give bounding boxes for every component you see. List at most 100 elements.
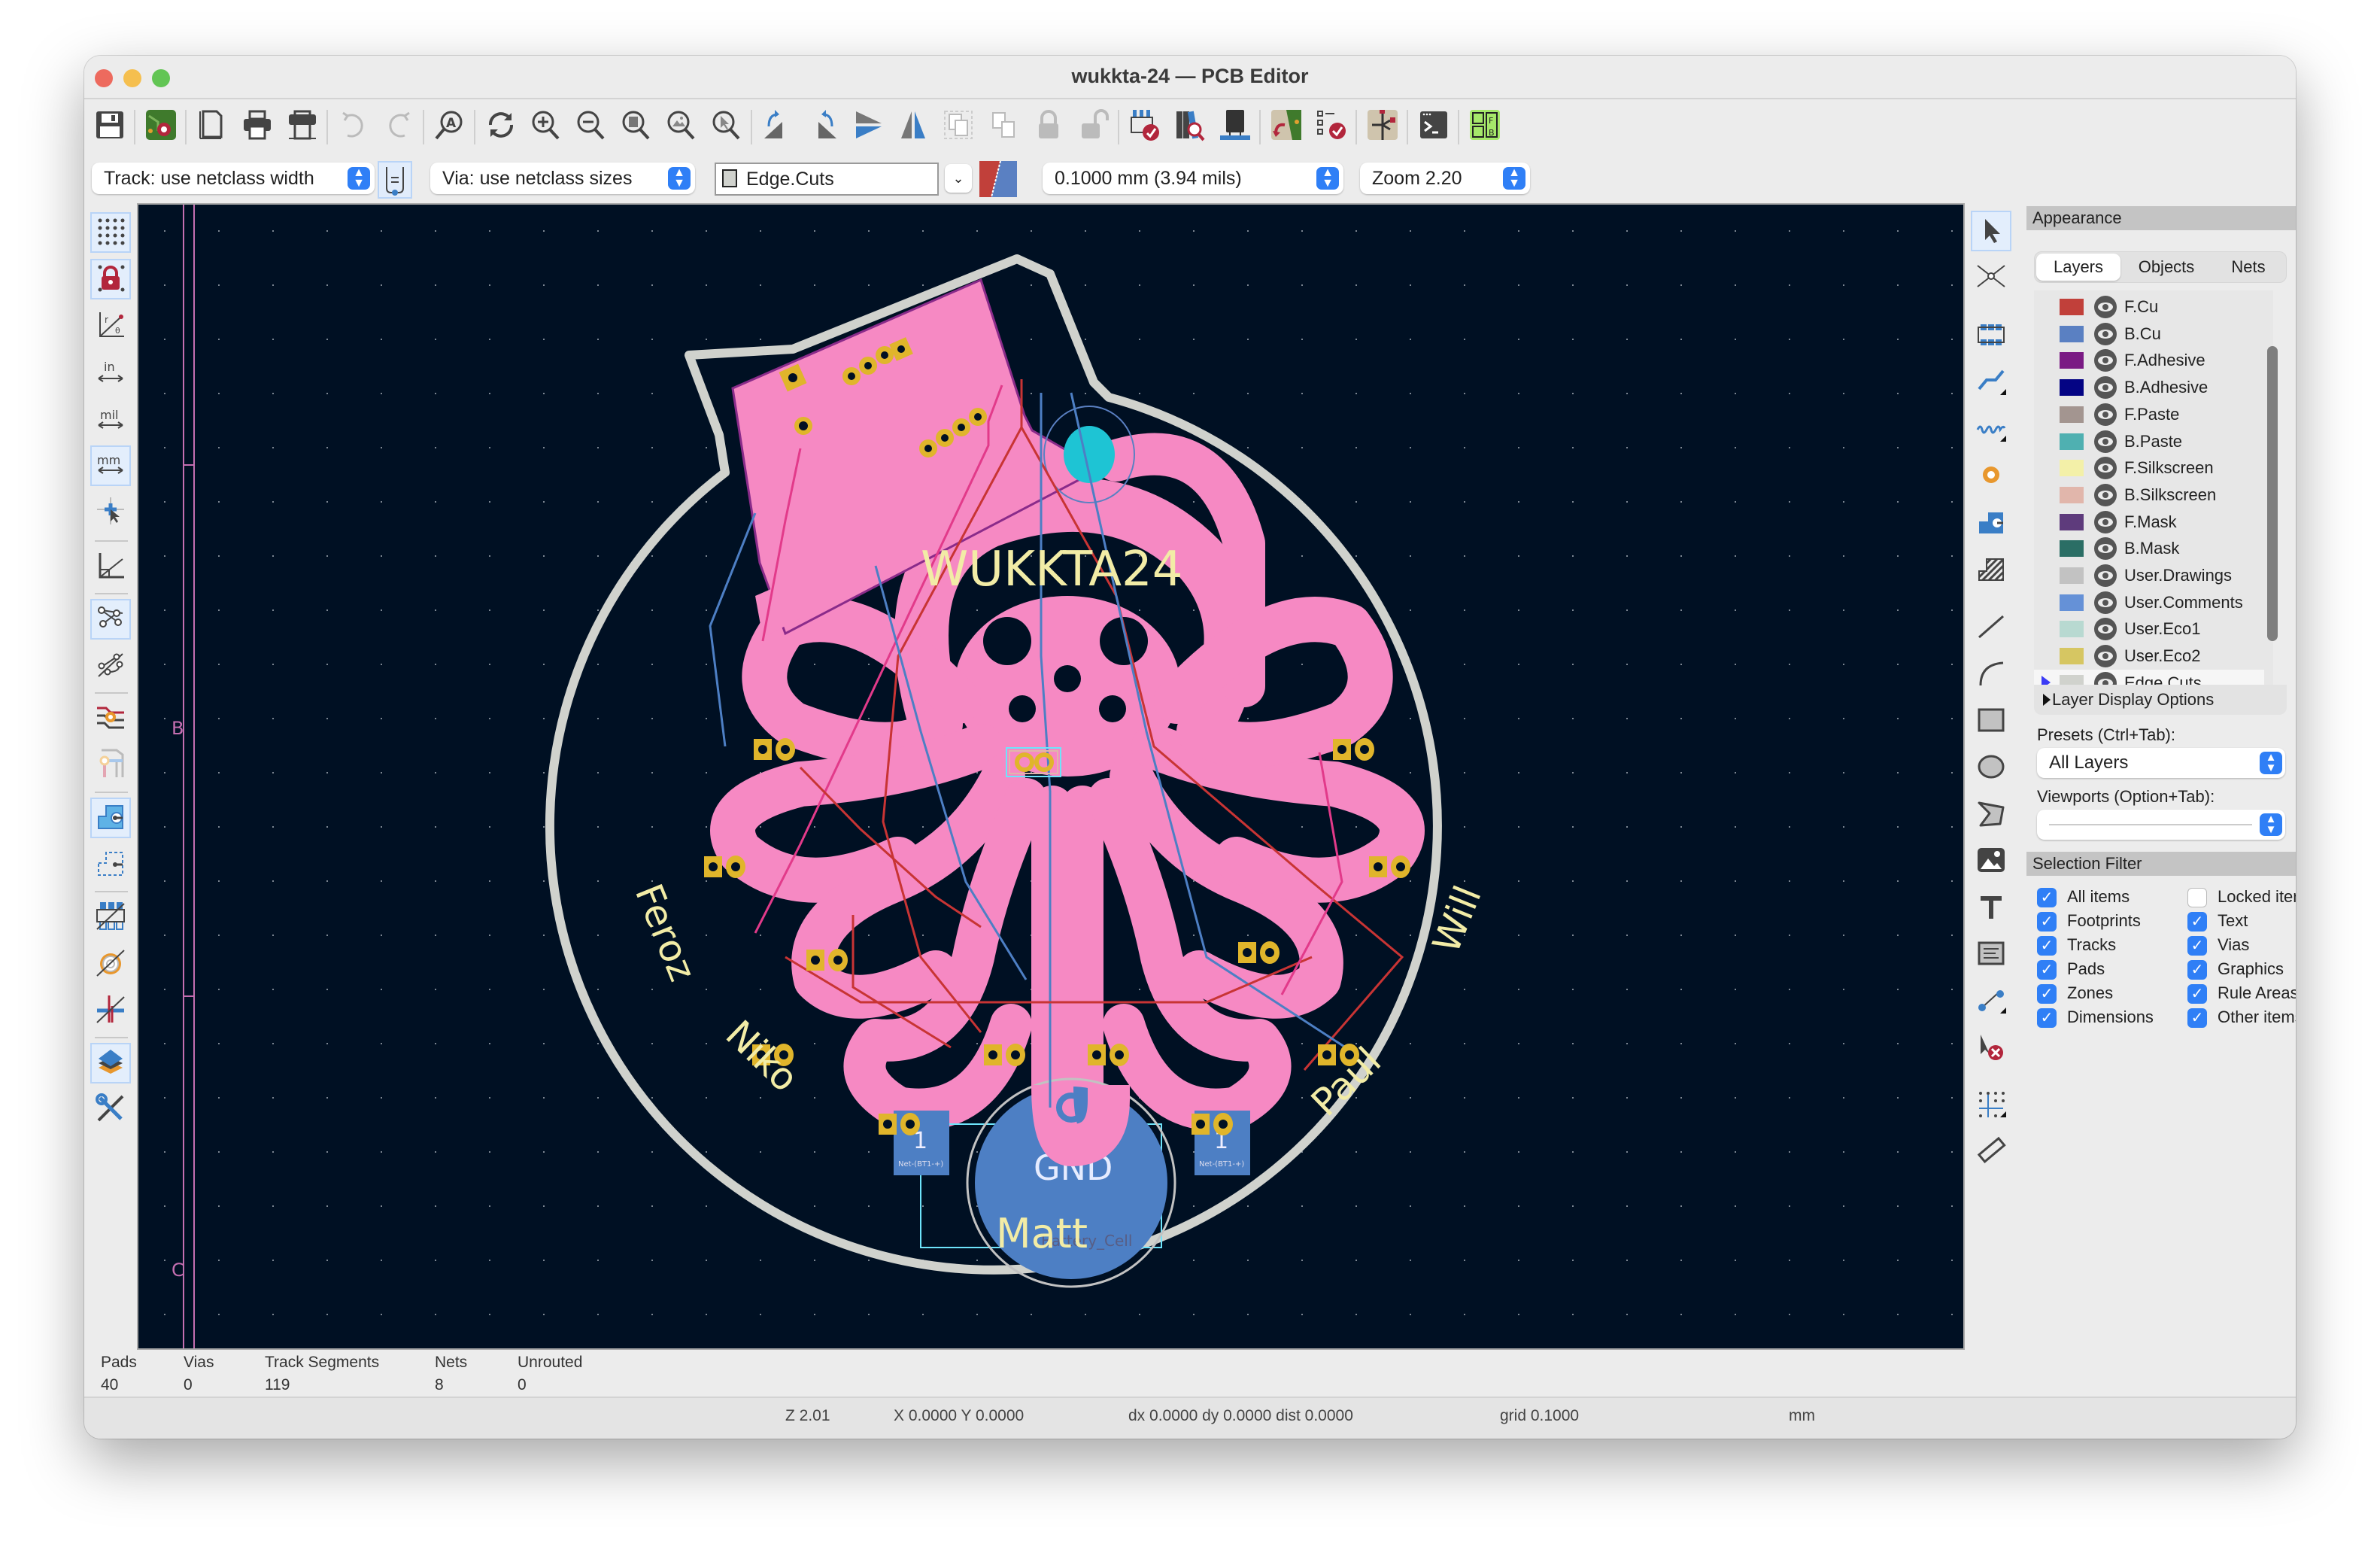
layer-color-swatch[interactable] (2060, 648, 2084, 665)
layer-row-f-paste[interactable]: F.Paste (2034, 401, 2264, 428)
draw-polygon-button[interactable] (1971, 795, 2011, 835)
layer-row-f-adhesive[interactable]: F.Adhesive (2034, 347, 2264, 374)
visibility-eye-icon[interactable] (2094, 403, 2117, 426)
silk-name-matt[interactable]: Matt (996, 1210, 1088, 1257)
tracks-sketch-button[interactable] (90, 990, 131, 1031)
checkbox[interactable]: ✓ (2187, 1008, 2207, 1028)
visibility-eye-icon[interactable] (2094, 376, 2117, 400)
visibility-eye-icon[interactable] (2094, 349, 2117, 372)
layer-color-swatch[interactable] (2060, 513, 2084, 530)
filter-footprints[interactable]: ✓ Footprints (2037, 910, 2180, 935)
units-inch-button[interactable]: in (90, 352, 131, 393)
auto-track-width-button[interactable] (378, 161, 412, 199)
layer-dropdown-button[interactable]: ⌄ (945, 164, 972, 193)
grid-select[interactable]: 0.1000 mm (3.94 mils) ▲ ▼ (1043, 163, 1343, 194)
zoom-fit-button[interactable] (615, 105, 657, 147)
layer-color-swatch[interactable] (2060, 594, 2084, 611)
viewports-select[interactable]: ▲ ▼ (2037, 810, 2285, 840)
3d-viewer-button[interactable] (1214, 105, 1256, 147)
layer-row-user-drawings[interactable]: User.Drawings (2034, 562, 2264, 589)
polar-coords-button[interactable]: rθ (90, 305, 131, 346)
add-footprint-button[interactable] (1971, 316, 2011, 357)
zoom-out-button[interactable] (570, 105, 612, 147)
filter-tracks[interactable]: ✓ Tracks (2037, 935, 2180, 959)
tab-objects[interactable]: Objects (2122, 254, 2211, 281)
visibility-eye-icon[interactable] (2094, 564, 2117, 587)
schematic-editor-button[interactable] (1362, 105, 1404, 147)
checkbox[interactable]: ✓ (2187, 912, 2207, 932)
checkbox[interactable]: ✓ (2037, 888, 2057, 907)
net-highlight-button[interactable] (90, 698, 131, 739)
layer-row-b-paste[interactable]: B.Paste (2034, 428, 2264, 455)
local-ratsnest-button[interactable] (1971, 257, 2011, 298)
track-width-select[interactable]: Track: use netclass width ▲ ▼ (92, 163, 375, 194)
presets-select[interactable]: All Layers ▲ ▼ (2037, 748, 2285, 778)
add-zone-button[interactable] (1971, 503, 2011, 543)
grid-lock-button[interactable] (90, 259, 131, 299)
add-via-button[interactable] (1971, 456, 2011, 497)
zone-fill-button[interactable] (90, 798, 131, 838)
delete-tool-button[interactable] (1971, 1028, 2011, 1068)
grid-origin-button[interactable] (1971, 1085, 2011, 1126)
tune-length-button[interactable] (1971, 409, 2011, 450)
route-track-button[interactable] (1971, 363, 2011, 403)
add-dimension-button[interactable] (1971, 981, 2011, 1022)
layer-pair-indicator[interactable] (979, 160, 1017, 198)
visibility-eye-icon[interactable] (2094, 457, 2117, 480)
checkbox[interactable]: ✓ (2037, 960, 2057, 980)
board-title-silkscreen[interactable]: WUKKTA24 (921, 542, 1182, 597)
layer-row-b-silkscreen[interactable]: B.Silkscreen (2034, 482, 2264, 509)
layer-row-user-comments[interactable]: User.Comments (2034, 589, 2264, 616)
filter-dimensions[interactable]: ✓ Dimensions (2037, 1007, 2180, 1031)
visibility-eye-icon[interactable] (2094, 591, 2117, 614)
active-layer-select[interactable]: Edge.Cuts (715, 163, 939, 196)
board-setup-button[interactable] (140, 105, 182, 147)
layer-row-edge-cuts[interactable]: Edge.Cuts (2034, 669, 2264, 685)
refresh-button[interactable] (480, 105, 522, 147)
flip-button[interactable] (847, 105, 889, 147)
layer-pair-button[interactable]: FB (1464, 105, 1506, 147)
visibility-eye-icon[interactable] (2094, 296, 2117, 318)
vias-sketch-button[interactable] (90, 944, 131, 984)
checkbox[interactable] (2187, 888, 2207, 907)
layer-row-b-cu[interactable]: B.Cu (2034, 321, 2264, 348)
pcb-canvas[interactable]: B C 1 1 Net-(BT1-+) Net-(BT1-+) GND Batt… (137, 203, 1965, 1350)
checkbox[interactable]: ✓ (2037, 936, 2057, 956)
layer-row-f-silkscreen[interactable]: F.Silkscreen (2034, 454, 2264, 482)
draw-circle-button[interactable] (1971, 748, 2011, 789)
grid-toggle-button[interactable] (90, 212, 131, 253)
save-button[interactable] (89, 105, 131, 147)
filter-text[interactable]: ✓ Text (2187, 910, 2296, 935)
unlock-button[interactable] (1073, 105, 1115, 147)
tab-layers[interactable]: Layers (2036, 254, 2120, 281)
checkbox[interactable]: ✓ (2037, 912, 2057, 932)
footprint-browser-button[interactable] (1169, 105, 1211, 147)
tab-nets[interactable]: Nets (2212, 254, 2284, 281)
layer-display-options-toggle[interactable]: Layer Display Options (2034, 685, 2287, 715)
layer-color-swatch[interactable] (2060, 379, 2084, 397)
add-rule-area-button[interactable] (1971, 549, 2011, 590)
layer-color-swatch[interactable] (2060, 540, 2084, 558)
layer-row-user-eco2[interactable]: User.Eco2 (2034, 643, 2264, 670)
draw-arc-button[interactable] (1971, 655, 2011, 695)
plot-button[interactable] (281, 105, 323, 147)
layer-color-swatch[interactable] (2060, 460, 2084, 477)
layer-color-swatch[interactable] (2060, 299, 2084, 315)
visibility-eye-icon[interactable] (2094, 645, 2117, 668)
zoom-objects-button[interactable] (660, 105, 703, 147)
footprint-editor-button[interactable] (1124, 105, 1166, 147)
visibility-eye-icon[interactable] (2094, 671, 2117, 685)
layers-manager-button[interactable] (90, 1043, 131, 1083)
preferences-button[interactable] (90, 1090, 131, 1130)
ungroup-button[interactable] (982, 105, 1025, 147)
via-size-select[interactable]: Via: use netclass sizes ▲ ▼ (430, 163, 695, 194)
visibility-eye-icon[interactable] (2094, 618, 2117, 641)
checkbox[interactable]: ✓ (2187, 984, 2207, 1004)
layer-color-swatch[interactable] (2060, 406, 2084, 423)
undo-button[interactable] (332, 105, 375, 147)
scripting-console-button[interactable] (1413, 105, 1455, 147)
visibility-eye-icon[interactable] (2094, 483, 2117, 506)
draw-rectangle-button[interactable] (1971, 701, 2011, 742)
select-tool-button[interactable] (1971, 211, 2011, 251)
units-mil-button[interactable]: mil (90, 399, 131, 439)
